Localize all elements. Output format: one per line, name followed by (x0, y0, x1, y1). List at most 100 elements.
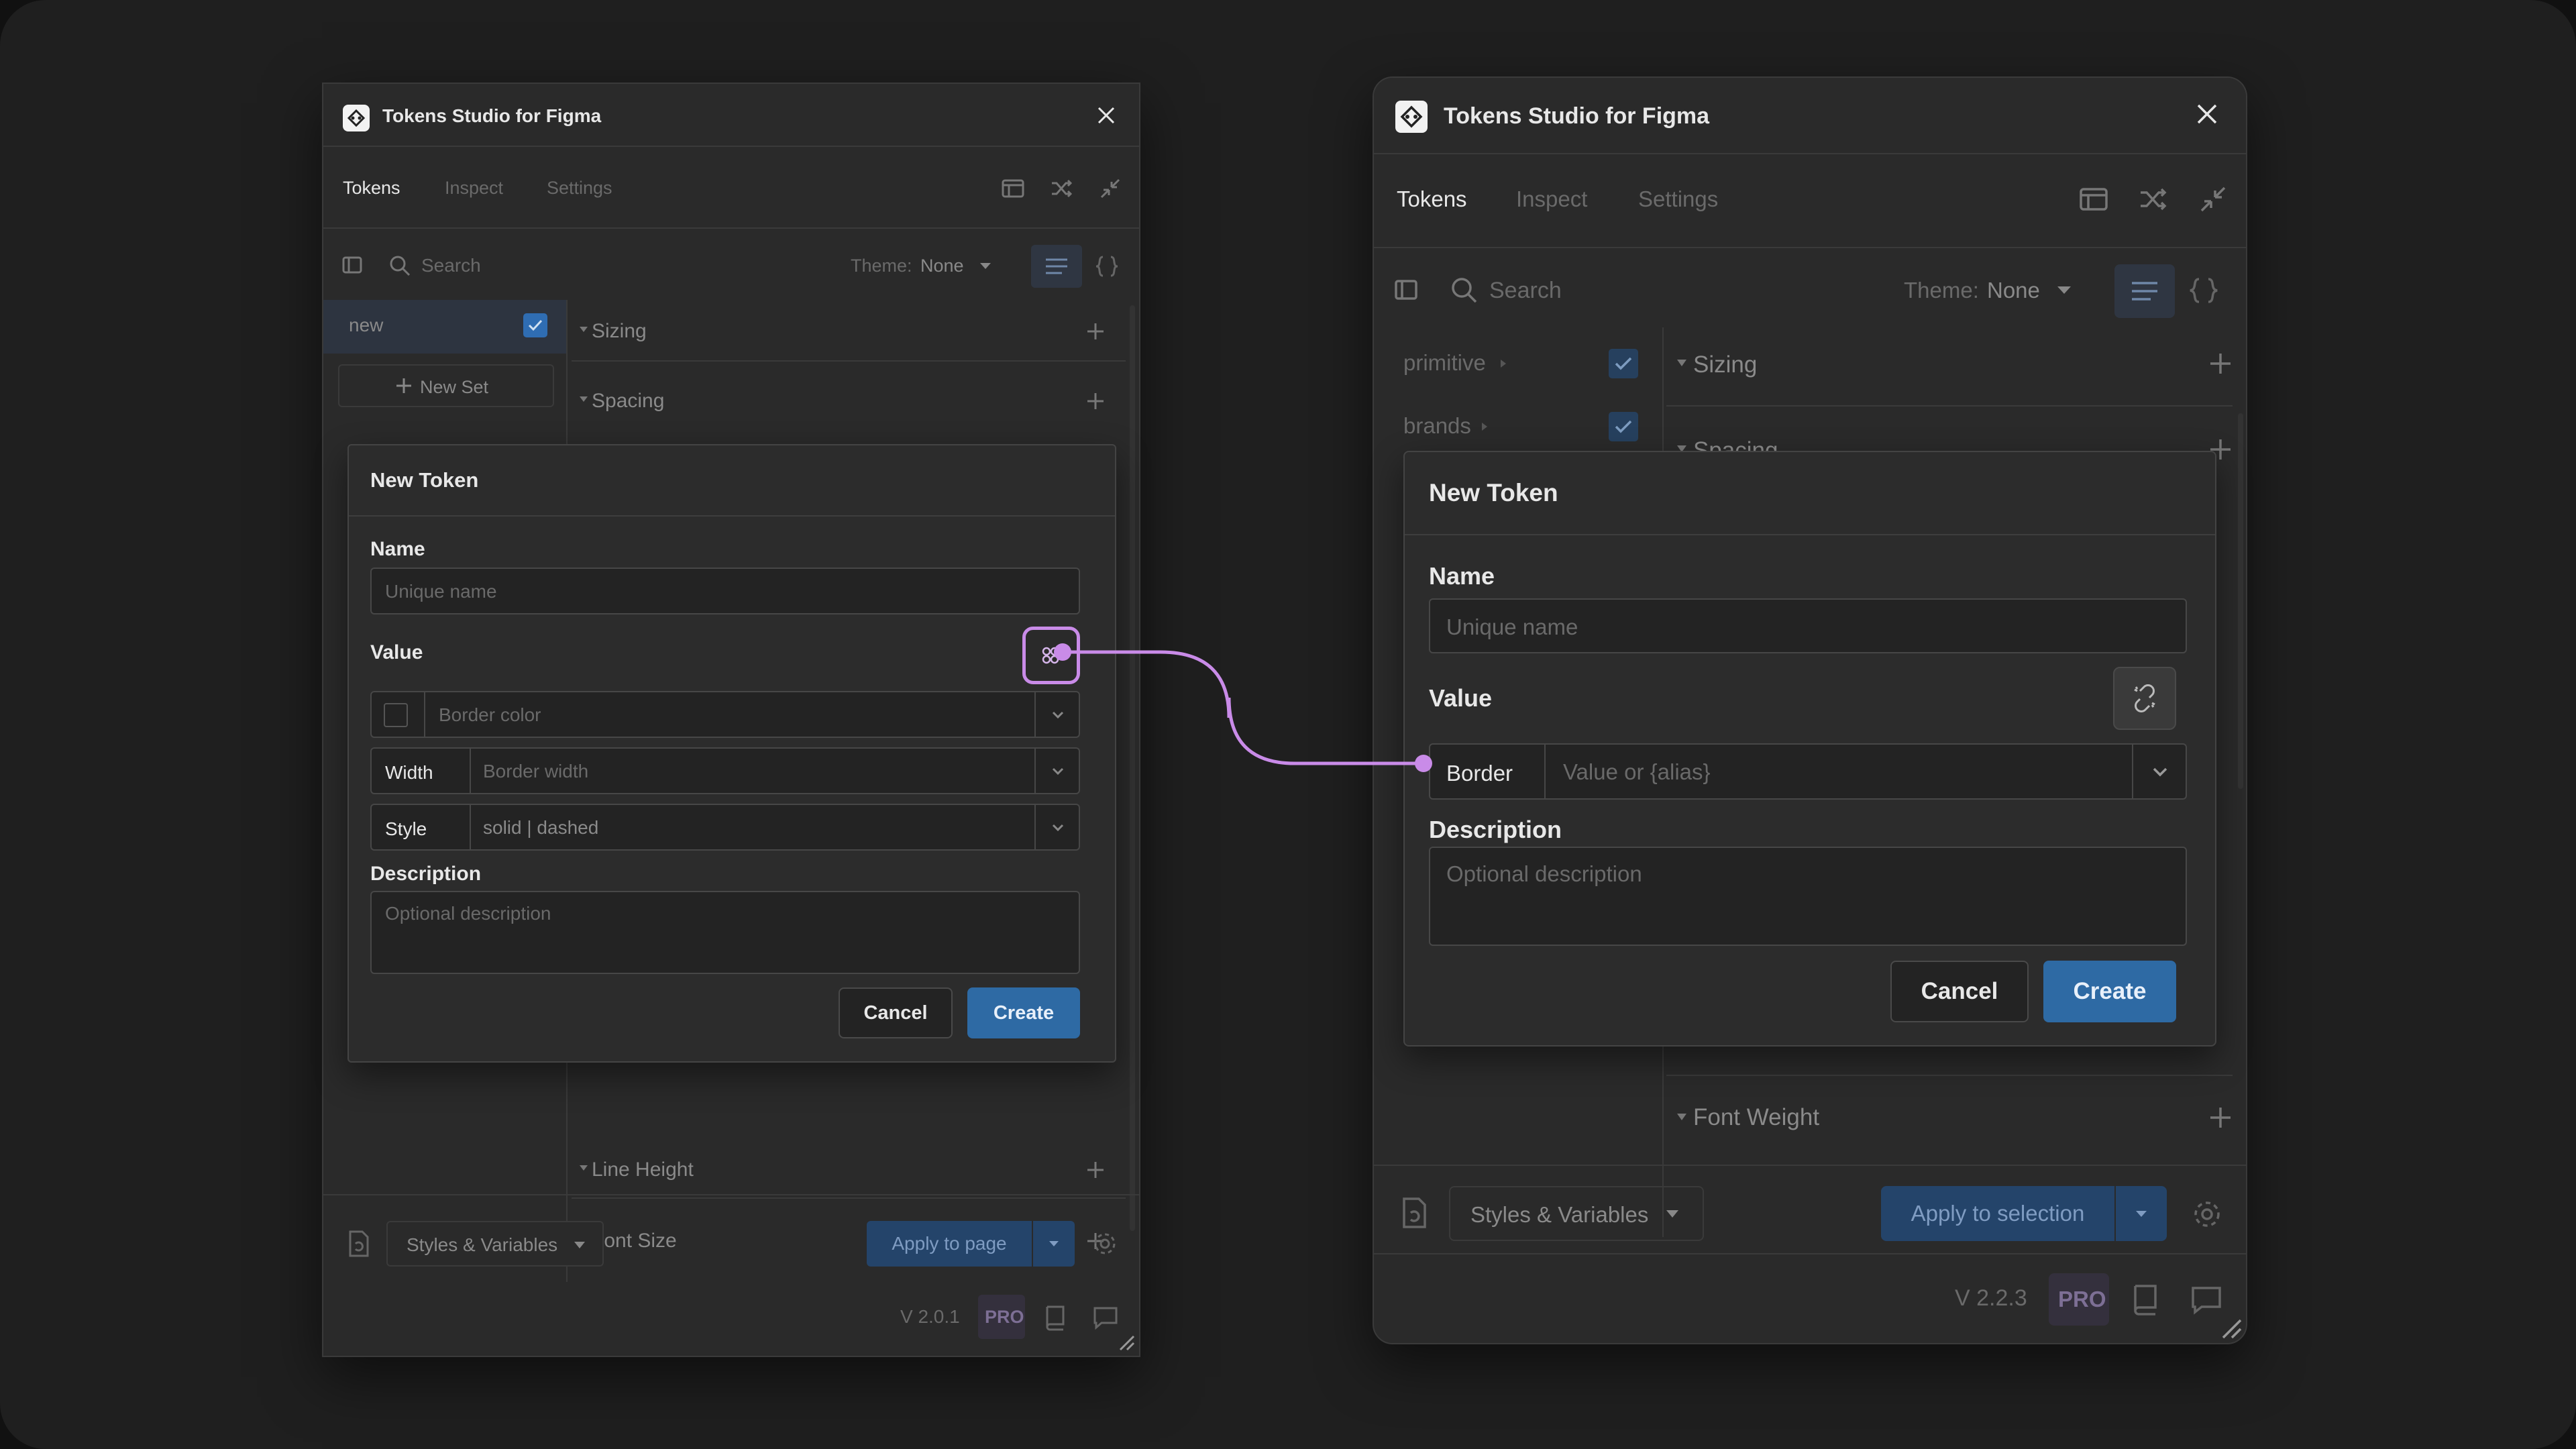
new-set-label: New Set (420, 377, 489, 397)
group-sizing[interactable]: Sizing (1666, 331, 2243, 396)
add-token-icon[interactable] (2208, 352, 2233, 376)
settings-gear-icon[interactable] (1091, 1230, 1118, 1257)
description-textarea[interactable]: Optional description (370, 891, 1080, 974)
docs-book-icon[interactable] (1043, 1304, 1067, 1331)
theme-manager-icon[interactable] (2077, 182, 2110, 216)
theme-select[interactable]: None (1987, 278, 2040, 303)
name-input[interactable]: Unique name (1429, 598, 2187, 653)
create-button[interactable]: Create (2043, 961, 2176, 1022)
close-icon[interactable] (1095, 104, 1118, 127)
styles-variables-label: Styles & Variables (1470, 1202, 1649, 1227)
collapse-icon[interactable] (2196, 182, 2230, 216)
json-view-icon[interactable] (1093, 253, 1120, 280)
unlink-alias-button[interactable] (2113, 667, 2176, 730)
new-set-button[interactable]: New Set (338, 364, 554, 407)
search-icon (388, 254, 412, 278)
sidebar-toggle-icon[interactable] (1393, 276, 1419, 303)
border-value-field[interactable]: Border Value or {alias} (1429, 743, 2187, 800)
tab-tokens[interactable]: Tokens (1397, 186, 1467, 212)
theme-select[interactable]: None (920, 256, 964, 276)
cancel-label: Cancel (1921, 978, 1998, 1004)
apply-options-button[interactable] (1033, 1221, 1075, 1267)
description-label: Description (370, 863, 482, 885)
border-value-placeholder[interactable]: Value or {alias} (1563, 759, 1711, 785)
shuffle-icon[interactable] (2136, 182, 2169, 216)
group-line-height[interactable]: Line Height (572, 1153, 1135, 1207)
divider (349, 515, 1115, 517)
theme-manager-icon[interactable] (1000, 175, 1026, 202)
add-token-icon[interactable] (2208, 1106, 2233, 1130)
token-set-item[interactable]: new (323, 300, 566, 354)
json-view-icon[interactable] (2187, 274, 2220, 307)
divider (470, 749, 471, 793)
tab-inspect[interactable]: Inspect (445, 178, 503, 199)
list-view-button[interactable] (1031, 245, 1082, 288)
search-input[interactable]: Search (1489, 278, 1562, 304)
styles-variables-dropdown[interactable]: Styles & Variables (386, 1221, 604, 1267)
token-set-checkbox[interactable] (1609, 349, 1638, 378)
cancel-button[interactable]: Cancel (1890, 961, 2029, 1022)
name-input[interactable]: Unique name (370, 568, 1080, 614)
token-set-item[interactable]: primitive (1374, 331, 1662, 392)
create-button[interactable]: Create (967, 987, 1080, 1038)
close-icon[interactable] (2194, 101, 2220, 127)
border-style-field[interactable]: Style solid | dashed (370, 804, 1080, 851)
apply-options-button[interactable] (2116, 1186, 2167, 1241)
feedback-chat-icon[interactable] (1092, 1304, 1119, 1331)
apply-to-selection-button[interactable]: Apply to selection (1881, 1186, 2114, 1241)
composite-mode-button[interactable] (1022, 627, 1080, 684)
border-width-dropdown[interactable] (1034, 749, 1080, 793)
apply-to-page-button[interactable]: Apply to page (867, 1221, 1032, 1267)
tab-inspect[interactable]: Inspect (1516, 186, 1587, 212)
divider (1405, 534, 2215, 535)
scrollbar[interactable] (1130, 305, 1135, 1231)
shuffle-icon[interactable] (1048, 175, 1075, 202)
styles-variables-dropdown[interactable]: Styles & Variables (1449, 1186, 1704, 1241)
add-token-icon[interactable] (1085, 391, 1106, 411)
token-set-label: primitive (1403, 350, 1486, 375)
tab-settings[interactable]: Settings (1638, 186, 1718, 212)
cancel-button[interactable]: Cancel (839, 987, 953, 1038)
title-bar: Tokens Studio for Figma (323, 84, 1139, 147)
add-token-icon[interactable] (1085, 1160, 1106, 1180)
border-style-dropdown[interactable] (1034, 805, 1080, 849)
chevron-down-icon (1052, 767, 1064, 775)
token-set-checkbox[interactable] (1609, 412, 1638, 441)
border-color-dropdown[interactable] (1034, 692, 1080, 737)
resize-handle-icon[interactable] (2219, 1316, 2243, 1340)
caret-down-icon (1677, 1114, 1686, 1120)
version-label: V 2.0.1 (900, 1306, 960, 1327)
sidebar-toggle-icon[interactable] (341, 254, 364, 276)
group-spacing[interactable]: Spacing (572, 376, 1135, 430)
feedback-chat-icon[interactable] (2190, 1283, 2223, 1316)
settings-gear-icon[interactable] (2191, 1198, 2223, 1230)
width-label: Width (385, 762, 433, 783)
border-color-placeholder: Border color (439, 704, 541, 725)
border-value-dropdown[interactable] (2132, 745, 2187, 798)
tab-settings[interactable]: Settings (547, 178, 612, 199)
add-token-icon[interactable] (1085, 321, 1106, 341)
collapse-icon[interactable] (1097, 175, 1124, 202)
color-swatch[interactable] (384, 703, 408, 727)
chevron-down-icon (1052, 824, 1064, 832)
resize-handle-icon[interactable] (1116, 1332, 1136, 1352)
group-sizing[interactable]: Sizing (572, 305, 1135, 359)
border-color-field[interactable]: Border color (370, 691, 1080, 738)
chevron-down-icon (1052, 711, 1064, 719)
border-label: Border (1446, 761, 1513, 786)
tab-tokens[interactable]: Tokens (343, 178, 400, 199)
border-width-field[interactable]: Width Border width (370, 747, 1080, 794)
group-font-weight[interactable]: Font Weight (1666, 1095, 2243, 1159)
description-textarea[interactable]: Optional description (1429, 847, 2187, 946)
group-label: Sizing (1693, 352, 1758, 378)
search-input[interactable]: Search (421, 255, 481, 276)
token-set-checkbox[interactable] (523, 313, 547, 337)
docs-book-icon[interactable] (2131, 1283, 2160, 1316)
list-view-button[interactable] (2114, 264, 2175, 318)
group-label: Font Size (592, 1230, 677, 1252)
file-sync-icon[interactable] (346, 1229, 370, 1258)
file-sync-icon[interactable] (1399, 1195, 1429, 1230)
name-placeholder: Unique name (385, 581, 497, 602)
scrollbar[interactable] (2238, 413, 2243, 789)
token-set-item[interactable]: brands (1374, 394, 1662, 455)
